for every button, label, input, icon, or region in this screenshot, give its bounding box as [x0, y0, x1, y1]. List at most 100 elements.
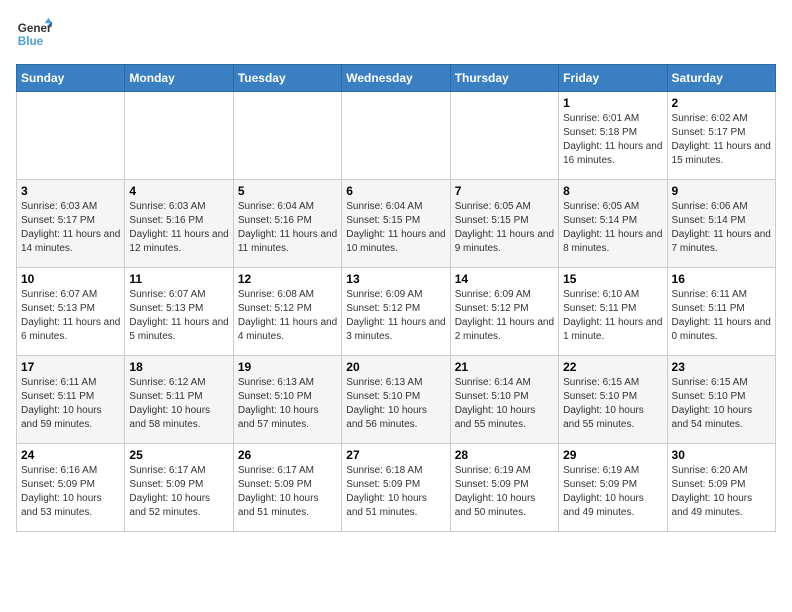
calendar-cell	[342, 92, 450, 180]
day-info: Sunrise: 6:09 AM Sunset: 5:12 PM Dayligh…	[455, 288, 554, 344]
day-number: 30	[672, 448, 771, 462]
calendar-cell: 16 Sunrise: 6:11 AM Sunset: 5:11 PM Dayli…	[667, 268, 775, 356]
day-number: 4	[129, 184, 228, 198]
day-info: Sunrise: 6:01 AM Sunset: 5:18 PM Dayligh…	[563, 112, 662, 168]
day-number: 6	[346, 184, 445, 198]
calendar-week-row: 10 Sunrise: 6:07 AM Sunset: 5:13 PM Dayli…	[17, 268, 776, 356]
day-info: Sunrise: 6:15 AM Sunset: 5:10 PM Dayligh…	[672, 376, 771, 432]
day-number: 5	[238, 184, 337, 198]
calendar-week-row: 24 Sunrise: 6:16 AM Sunset: 5:09 PM Dayli…	[17, 444, 776, 532]
calendar-cell: 2 Sunrise: 6:02 AM Sunset: 5:17 PM Daylig…	[667, 92, 775, 180]
day-info: Sunrise: 6:17 AM Sunset: 5:09 PM Dayligh…	[238, 464, 337, 520]
calendar-cell: 28 Sunrise: 6:19 AM Sunset: 5:09 PM Dayli…	[450, 444, 558, 532]
day-number: 19	[238, 360, 337, 374]
day-info: Sunrise: 6:05 AM Sunset: 5:14 PM Dayligh…	[563, 200, 662, 256]
calendar-cell: 9Sunrise: 6:06 AM Sunset: 5:14 PM Daylig…	[667, 180, 775, 268]
weekday-header: Friday	[559, 65, 667, 92]
calendar-cell: 27 Sunrise: 6:18 AM Sunset: 5:09 PM Dayli…	[342, 444, 450, 532]
calendar-cell: 4 Sunrise: 6:03 AM Sunset: 5:16 PM Daylig…	[125, 180, 233, 268]
calendar-cell: 29 Sunrise: 6:19 AM Sunset: 5:09 PM Dayli…	[559, 444, 667, 532]
calendar-cell: 30 Sunrise: 6:20 AM Sunset: 5:09 PM Dayli…	[667, 444, 775, 532]
calendar-cell: 10 Sunrise: 6:07 AM Sunset: 5:13 PM Dayli…	[17, 268, 125, 356]
day-number: 16	[672, 272, 771, 286]
svg-text:Blue: Blue	[18, 35, 44, 48]
day-info: Sunrise: 6:10 AM Sunset: 5:11 PM Dayligh…	[563, 288, 662, 344]
day-info: Sunrise: 6:13 AM Sunset: 5:10 PM Dayligh…	[346, 376, 445, 432]
day-number: 28	[455, 448, 554, 462]
day-info: Sunrise: 6:02 AM Sunset: 5:17 PM Dayligh…	[672, 112, 771, 168]
day-info: Sunrise: 6:18 AM Sunset: 5:09 PM Dayligh…	[346, 464, 445, 520]
day-info: Sunrise: 6:07 AM Sunset: 5:13 PM Dayligh…	[21, 288, 120, 344]
weekday-header: Wednesday	[342, 65, 450, 92]
weekday-header: Saturday	[667, 65, 775, 92]
day-number: 3	[21, 184, 120, 198]
calendar-cell: 14 Sunrise: 6:09 AM Sunset: 5:12 PM Dayli…	[450, 268, 558, 356]
day-number: 24	[21, 448, 120, 462]
calendar-cell	[233, 92, 341, 180]
day-info: Sunrise: 6:09 AM Sunset: 5:12 PM Dayligh…	[346, 288, 445, 344]
calendar-cell: 8 Sunrise: 6:05 AM Sunset: 5:14 PM Daylig…	[559, 180, 667, 268]
day-info: Sunrise: 6:20 AM Sunset: 5:09 PM Dayligh…	[672, 464, 771, 520]
day-number: 11	[129, 272, 228, 286]
calendar-header-row: SundayMondayTuesdayWednesdayThursdayFrid…	[17, 65, 776, 92]
day-info: Sunrise: 6:14 AM Sunset: 5:10 PM Dayligh…	[455, 376, 554, 432]
day-number: 27	[346, 448, 445, 462]
calendar-cell: 24 Sunrise: 6:16 AM Sunset: 5:09 PM Dayli…	[17, 444, 125, 532]
day-number: 2	[672, 96, 771, 110]
day-number: 7	[455, 184, 554, 198]
day-info: Sunrise: 6:17 AM Sunset: 5:09 PM Dayligh…	[129, 464, 228, 520]
logo: General Blue	[16, 16, 56, 52]
day-info: Sunrise: 6:03 AM Sunset: 5:17 PM Dayligh…	[21, 200, 120, 256]
weekday-header: Tuesday	[233, 65, 341, 92]
day-number: 10	[21, 272, 120, 286]
weekday-header: Monday	[125, 65, 233, 92]
calendar-cell: 5 Sunrise: 6:04 AM Sunset: 5:16 PM Daylig…	[233, 180, 341, 268]
day-number: 29	[563, 448, 662, 462]
day-info: Sunrise: 6:12 AM Sunset: 5:11 PM Dayligh…	[129, 376, 228, 432]
day-number: 15	[563, 272, 662, 286]
day-number: 17	[21, 360, 120, 374]
calendar-cell	[17, 92, 125, 180]
calendar-cell	[450, 92, 558, 180]
calendar-cell: 1 Sunrise: 6:01 AM Sunset: 5:18 PM Daylig…	[559, 92, 667, 180]
calendar-cell: 13Sunrise: 6:09 AM Sunset: 5:12 PM Dayli…	[342, 268, 450, 356]
day-info: Sunrise: 6:05 AM Sunset: 5:15 PM Dayligh…	[455, 200, 554, 256]
calendar-cell: 21 Sunrise: 6:14 AM Sunset: 5:10 PM Dayli…	[450, 356, 558, 444]
day-number: 20	[346, 360, 445, 374]
calendar-cell: 25 Sunrise: 6:17 AM Sunset: 5:09 PM Dayli…	[125, 444, 233, 532]
day-number: 8	[563, 184, 662, 198]
day-info: Sunrise: 6:19 AM Sunset: 5:09 PM Dayligh…	[563, 464, 662, 520]
calendar-week-row: 17 Sunrise: 6:11 AM Sunset: 5:11 PM Dayli…	[17, 356, 776, 444]
weekday-header: Thursday	[450, 65, 558, 92]
day-info: Sunrise: 6:08 AM Sunset: 5:12 PM Dayligh…	[238, 288, 337, 344]
day-number: 9	[672, 184, 771, 198]
day-info: Sunrise: 6:16 AM Sunset: 5:09 PM Dayligh…	[21, 464, 120, 520]
day-number: 21	[455, 360, 554, 374]
calendar-week-row: 3 Sunrise: 6:03 AM Sunset: 5:17 PM Daylig…	[17, 180, 776, 268]
day-info: Sunrise: 6:04 AM Sunset: 5:16 PM Dayligh…	[238, 200, 337, 256]
day-info: Sunrise: 6:07 AM Sunset: 5:13 PM Dayligh…	[129, 288, 228, 344]
day-info: Sunrise: 6:19 AM Sunset: 5:09 PM Dayligh…	[455, 464, 554, 520]
day-info: Sunrise: 6:15 AM Sunset: 5:10 PM Dayligh…	[563, 376, 662, 432]
day-number: 25	[129, 448, 228, 462]
svg-text:General: General	[18, 22, 52, 35]
calendar-cell: 20 Sunrise: 6:13 AM Sunset: 5:10 PM Dayli…	[342, 356, 450, 444]
calendar-cell: 11 Sunrise: 6:07 AM Sunset: 5:13 PM Dayli…	[125, 268, 233, 356]
calendar-cell: 6 Sunrise: 6:04 AM Sunset: 5:15 PM Daylig…	[342, 180, 450, 268]
calendar-cell: 12Sunrise: 6:08 AM Sunset: 5:12 PM Dayli…	[233, 268, 341, 356]
calendar-cell: 26 Sunrise: 6:17 AM Sunset: 5:09 PM Dayli…	[233, 444, 341, 532]
calendar-cell: 3 Sunrise: 6:03 AM Sunset: 5:17 PM Daylig…	[17, 180, 125, 268]
logo-icon: General Blue	[16, 16, 52, 52]
day-info: Sunrise: 6:04 AM Sunset: 5:15 PM Dayligh…	[346, 200, 445, 256]
calendar-cell: 23Sunrise: 6:15 AM Sunset: 5:10 PM Dayli…	[667, 356, 775, 444]
calendar-cell: 22Sunrise: 6:15 AM Sunset: 5:10 PM Dayli…	[559, 356, 667, 444]
day-number: 14	[455, 272, 554, 286]
day-info: Sunrise: 6:03 AM Sunset: 5:16 PM Dayligh…	[129, 200, 228, 256]
calendar-cell: 7 Sunrise: 6:05 AM Sunset: 5:15 PM Daylig…	[450, 180, 558, 268]
day-number: 1	[563, 96, 662, 110]
calendar-table: SundayMondayTuesdayWednesdayThursdayFrid…	[16, 64, 776, 532]
day-info: Sunrise: 6:11 AM Sunset: 5:11 PM Dayligh…	[21, 376, 120, 432]
day-info: Sunrise: 6:11 AM Sunset: 5:11 PM Dayligh…	[672, 288, 771, 344]
weekday-header: Sunday	[17, 65, 125, 92]
day-number: 26	[238, 448, 337, 462]
